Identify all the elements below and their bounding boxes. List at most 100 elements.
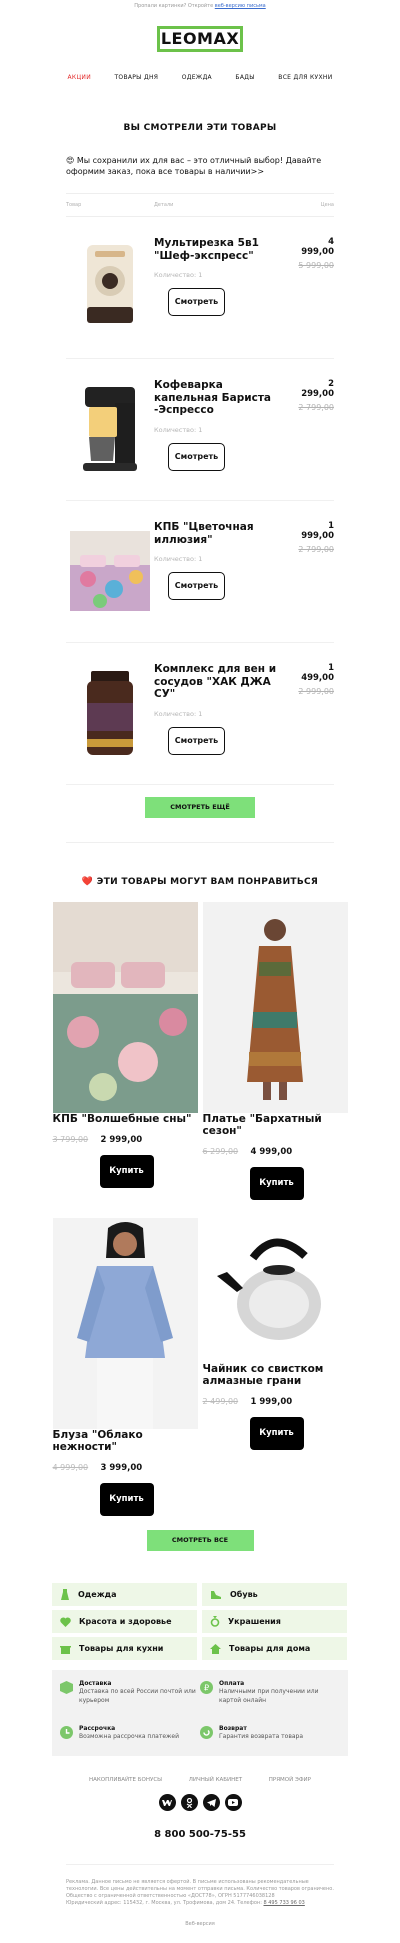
top-note-text: Пропали картинки? Откройте xyxy=(134,3,214,9)
shoe-icon xyxy=(211,1590,221,1599)
card-old-price: 2 499,00 xyxy=(202,1397,239,1406)
legal-phone-link[interactable]: 8 495 733 96 03 xyxy=(263,1900,304,1906)
card-old-price: 3 799,00 xyxy=(52,1135,89,1144)
col-product: Товар xyxy=(66,202,82,208)
viewed-item: Мультирезка 5в1 "Шеф-экспресс" Количеств… xyxy=(66,217,334,359)
nav-clothing[interactable]: ОДЕЖДА xyxy=(182,74,212,81)
product-card: Блуза "Облако нежности" 4 999,00 3 999,0… xyxy=(52,1218,198,1516)
bedding-dreams-image[interactable] xyxy=(52,902,198,1113)
viewed-item: Кофеварка капельная Бариста -Эспрессо Ко… xyxy=(66,359,334,501)
multicutter-image[interactable] xyxy=(66,237,154,337)
dress-image[interactable] xyxy=(202,902,348,1113)
youtube-icon[interactable] xyxy=(224,1794,242,1811)
card-old-price: 6 299,00 xyxy=(202,1147,239,1156)
item-old-price: 5 999,00 xyxy=(298,261,334,270)
item-quantity: Количество: 1 xyxy=(154,709,203,718)
house-icon xyxy=(210,1643,221,1654)
card-name: КПБ "Волшебные сны" xyxy=(52,1113,192,1125)
web-version-link[interactable]: веб-версию письма xyxy=(215,3,266,9)
link-live[interactable]: ПРЯМОЙ ЭФИР xyxy=(269,1777,311,1783)
link-bonuses[interactable]: НАКОПЛИВАЙТЕ БОНУСЫ xyxy=(89,1777,162,1783)
view-button[interactable]: Смотреть xyxy=(168,726,225,755)
info-desc: Наличными при получении или картой онлай… xyxy=(219,1688,319,1704)
pot-icon xyxy=(60,1645,71,1654)
view-button[interactable]: Смотреть xyxy=(168,442,225,471)
legal-line2: Юридический адрес: 115432, г. Москва, ул… xyxy=(66,1900,262,1906)
card-old-price: 4 999,00 xyxy=(52,1463,89,1472)
category-home[interactable]: Товары для дома xyxy=(202,1637,347,1660)
item-old-price: 2 799,00 xyxy=(298,545,334,554)
kettle-image[interactable] xyxy=(202,1218,348,1363)
card-price: 4 999,00 xyxy=(250,1147,293,1157)
product-card: КПБ "Волшебные сны" 3 799,00 2 999,00 Ку… xyxy=(52,902,198,1200)
divider xyxy=(66,1864,334,1865)
category-label: Красота и здоровье xyxy=(79,1617,172,1626)
info-title: Рассрочка xyxy=(79,1725,116,1733)
category-clothing[interactable]: Одежда xyxy=(52,1583,197,1606)
viewed-title: ВЫ СМОТРЕЛИ ЭТИ ТОВАРЫ xyxy=(123,123,277,133)
supplement-jar-image[interactable] xyxy=(66,663,154,763)
main-nav: АКЦИИ ТОВАРЫ ДНЯ ОДЕЖДА БАДЫ ВСЕ ДЛЯ КУХ… xyxy=(68,74,333,81)
blouse-image[interactable] xyxy=(52,1218,198,1429)
see-more-button[interactable]: СМОТРЕТЬ ЕЩЁ xyxy=(145,797,255,818)
buy-button[interactable]: Купить xyxy=(99,1483,154,1516)
dress-icon xyxy=(61,1589,69,1600)
card-price: 2 999,00 xyxy=(100,1135,143,1145)
category-label: Товары для дома xyxy=(229,1644,311,1653)
recommend-title: ❤️ ЭТИ ТОВАРЫ МОГУТ ВАМ ПОНРАВИТЬСЯ xyxy=(81,877,319,887)
nav-supplements[interactable]: БАДЫ xyxy=(235,74,254,81)
viewed-item: Комплекс для вен и сосудов "ХАК ДЖА СУ" … xyxy=(66,643,334,785)
category-label: Обувь xyxy=(230,1590,258,1599)
ring-icon xyxy=(210,1616,220,1627)
info-return: Возврат Гарантия возврата товара xyxy=(200,1725,340,1756)
nav-kitchen[interactable]: ВСЕ ДЛЯ КУХНИ xyxy=(278,74,332,81)
bedding-image[interactable] xyxy=(66,521,154,621)
return-icon xyxy=(200,1726,213,1740)
nav-promotions[interactable]: АКЦИИ xyxy=(68,74,92,81)
see-all-button[interactable]: СМОТРЕТЬ ВСЕ xyxy=(146,1530,254,1551)
card-name: Блуза "Облако нежности" xyxy=(52,1429,143,1453)
buy-button[interactable]: Купить xyxy=(249,1167,304,1200)
card-name: Платье "Бархатный сезон" xyxy=(202,1113,322,1137)
view-button[interactable]: Смотреть xyxy=(168,572,225,600)
top-note: Пропали картинки? Откройте веб-версию пи… xyxy=(0,0,400,14)
col-details: Детали xyxy=(154,202,174,208)
item-old-price: 2 999,00 xyxy=(298,687,334,696)
recommend-grid-row2: Блуза "Облако нежности" 4 999,00 3 999,0… xyxy=(52,1218,348,1516)
coffee-maker-image[interactable] xyxy=(66,379,154,479)
legal-line1: Реклама. Данное письмо не является оферт… xyxy=(66,1879,334,1899)
info-title: Доставка xyxy=(79,1680,112,1687)
svg-text:₽: ₽ xyxy=(204,1684,209,1693)
item-quantity: Количество: 1 xyxy=(154,555,203,563)
info-desc: Гарантия возврата товара xyxy=(219,1733,304,1741)
item-quantity: Количество: 1 xyxy=(154,271,203,279)
phone-number[interactable]: 8 800 500-75-55 xyxy=(0,1829,400,1840)
item-name: КПБ "Цветочная иллюзия" xyxy=(154,521,254,546)
web-version-footer[interactable]: Веб-версия xyxy=(0,1921,400,1927)
viewed-intro: 😍 Мы сохранили их для вас – это отличный… xyxy=(66,156,322,176)
info-delivery: Доставка Доставка по всей России почтой и… xyxy=(60,1680,200,1719)
link-account[interactable]: ЛИЧНЫЙ КАБИНЕТ xyxy=(189,1777,242,1783)
ruble-icon: ₽ xyxy=(200,1681,213,1694)
category-kitchen[interactable]: Товары для кухни xyxy=(52,1637,197,1660)
columns-header: Товар Детали Цена xyxy=(66,193,334,217)
buy-button[interactable]: Купить xyxy=(99,1155,154,1188)
nav-products-of-day[interactable]: ТОВАРЫ ДНЯ xyxy=(114,74,158,81)
view-button[interactable]: Смотреть xyxy=(168,288,225,316)
category-label: Одежда xyxy=(78,1590,117,1599)
legal-text: Реклама. Данное письмо не является оферт… xyxy=(66,1879,334,1907)
info-desc: Возможна рассрочка платежей xyxy=(79,1733,180,1741)
buy-button[interactable]: Купить xyxy=(249,1417,304,1450)
telegram-icon[interactable] xyxy=(202,1794,220,1811)
viewed-item: КПБ "Цветочная иллюзия" Количество: 1 См… xyxy=(66,501,334,643)
category-jewelry[interactable]: Украшения xyxy=(202,1610,347,1633)
vk-icon[interactable] xyxy=(158,1794,176,1811)
leomax-logo[interactable]: LEOMAX xyxy=(157,26,243,52)
card-price: 1 999,00 xyxy=(250,1397,293,1407)
odnoklassniki-icon[interactable] xyxy=(180,1794,198,1811)
category-label: Украшения xyxy=(228,1617,281,1626)
category-beauty[interactable]: Красота и здоровье xyxy=(52,1610,197,1633)
info-payment: ₽ Оплата Наличными при получении или карт… xyxy=(200,1680,340,1719)
info-installment: Рассрочка Возможна рассрочка платежей xyxy=(60,1725,200,1756)
category-shoes[interactable]: Обувь xyxy=(202,1583,347,1606)
